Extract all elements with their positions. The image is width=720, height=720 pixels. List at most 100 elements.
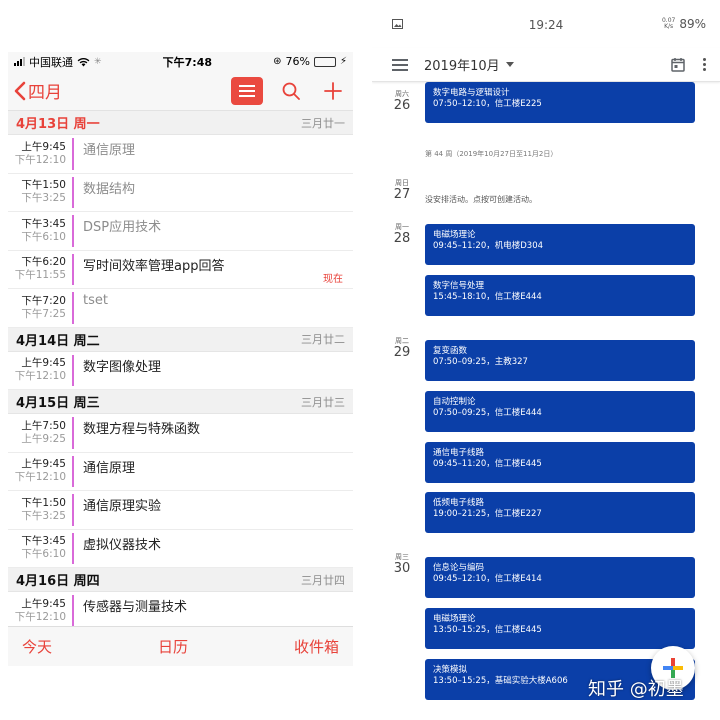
event-start: 上午9:45: [21, 458, 66, 471]
event-start: 下午1:50: [21, 496, 66, 509]
event-row[interactable]: 上午9:45 下午12:10 数字图像处理: [8, 352, 353, 390]
event-start: 下午6:20: [21, 256, 66, 269]
event-name: 自动控制论: [433, 397, 476, 407]
event-card[interactable]: 自动控制论 07:50–09:25，信工楼E444: [425, 391, 695, 432]
list-icon: [239, 84, 255, 87]
ios-nav-bar: 四月: [8, 71, 353, 111]
event-name: 电磁场理论: [433, 614, 476, 624]
event-times: 下午7:20 下午7:25: [8, 289, 72, 327]
event-title: 传感器与测量技术: [83, 600, 188, 615]
app-bar: 2019年10月: [372, 48, 720, 82]
more-options-icon[interactable]: [703, 58, 706, 71]
no-events-prompt[interactable]: 没安排活动。点按可创建活动。: [425, 194, 537, 205]
event-start: 下午1:50: [21, 179, 66, 192]
calendars-button[interactable]: 日历: [158, 636, 188, 657]
battery-icon: [313, 56, 336, 67]
event-row[interactable]: 下午7:20 下午7:25 tset: [8, 289, 353, 328]
activity-spinner-icon: ✳: [94, 56, 102, 67]
event-title: 写时间效率管理app回答: [83, 258, 225, 274]
add-event-button[interactable]: [319, 77, 347, 105]
event-row[interactable]: 下午3:45 下午6:10 虚拟仪器技术: [8, 530, 353, 568]
weekday: 周三: [395, 553, 409, 561]
event-row[interactable]: 上午9:45 下午12:10 通信原理: [8, 453, 353, 491]
day-date: 4月16日 周四: [16, 574, 100, 589]
weekday: 周二: [395, 337, 409, 345]
day-number: 30: [393, 561, 411, 576]
event-card[interactable]: 信息论与编码 09:45–12:10，信工楼E414: [425, 557, 695, 598]
back-to-month-button[interactable]: 四月: [14, 78, 62, 103]
carrier-label: 中国联通: [29, 55, 73, 69]
watermark: 知乎 @初墨: [588, 679, 684, 700]
event-name: 数字电路与逻辑设计: [433, 88, 510, 98]
event-title: tset: [83, 293, 108, 308]
event-title: 通信原理: [83, 460, 136, 476]
day-number: 26: [393, 98, 411, 113]
event-title: 通信原理: [83, 143, 136, 158]
event-end: 下午12:10: [14, 153, 66, 166]
event-card[interactable]: 电磁场理论 13:50–15:25，信工楼E445: [425, 608, 695, 649]
event-details: 07:50–09:25，信工楼E444: [433, 408, 542, 418]
event-times: 上午9:45 下午12:10: [8, 352, 72, 390]
event-row[interactable]: 下午3:45 下午6:10 DSP应用技术: [8, 212, 353, 251]
month-label: 2019年10月: [424, 59, 500, 74]
event-start: 下午3:45: [21, 535, 66, 548]
event-end: 下午11:55: [14, 269, 66, 282]
lunar-date: 三月廿一: [301, 116, 345, 130]
event-card[interactable]: 数字信号处理 15:45–18:10，信工楼E444: [425, 275, 695, 316]
event-row[interactable]: 下午1:50 下午3:25 通信原理实验: [8, 491, 353, 530]
chevron-left-icon: [14, 81, 26, 100]
today-button[interactable]: 今天: [22, 636, 52, 657]
agenda-day-label: 周一 28: [390, 223, 414, 247]
event-card[interactable]: 电磁场理论 09:45–11:20，机电楼D304: [425, 224, 695, 265]
inbox-button[interactable]: 收件箱: [294, 636, 339, 657]
event-details: 07:50–12:10，信工楼E225: [433, 99, 542, 109]
event-end: 下午12:10: [14, 610, 66, 623]
event-row[interactable]: 上午9:45 下午12:10 通信原理: [8, 135, 353, 174]
search-button[interactable]: [277, 77, 305, 105]
event-end: 下午6:10: [21, 548, 66, 561]
list-view-button[interactable]: [231, 76, 263, 105]
now-indicator: 现在: [323, 274, 343, 285]
event-title: 虚拟仪器技术: [83, 537, 162, 553]
event-end: 下午3:25: [21, 509, 66, 522]
image-notification-icon: [392, 19, 403, 29]
event-card[interactable]: 复变函数 07:50–09:25，主教327: [425, 340, 695, 381]
event-row[interactable]: 下午1:50 下午3:25 数据结构: [8, 174, 353, 212]
event-title: 数理方程与特殊函数: [83, 422, 201, 437]
battery-percent: 76%: [285, 55, 310, 68]
event-card[interactable]: 通信电子线路 09:45–11:20，信工楼E445: [425, 442, 695, 483]
event-details: 19:00–21:25，信工楼E227: [433, 509, 542, 519]
event-card[interactable]: 低频电子线路 19:00–21:25，信工楼E227: [425, 492, 695, 533]
day-header: 4月16日 周四 三月廿四: [8, 568, 353, 592]
event-row[interactable]: 下午6:20 下午11:55 写时间效率管理app回答现在: [8, 251, 353, 289]
week-separator-label: 第 44 周（2019年10月27日至11月2日）: [425, 150, 558, 158]
event-details: 15:45–18:10，信工楼E444: [433, 292, 542, 302]
weekday: 周一: [395, 223, 409, 231]
ios-clock: 下午7:48: [162, 55, 213, 69]
ios-toolbar: 今天 日历 收件箱: [8, 626, 353, 666]
month-picker[interactable]: 2019年10月: [424, 55, 514, 74]
event-start: 上午9:45: [21, 357, 66, 370]
day-number: 28: [393, 231, 411, 246]
menu-icon[interactable]: [392, 58, 408, 71]
search-icon: [282, 82, 300, 100]
lunar-date: 三月廿二: [301, 333, 345, 346]
event-end: 下午7:25: [21, 307, 66, 320]
event-details: 09:45–11:20，信工楼E445: [433, 459, 542, 469]
event-details: 09:45–12:10，信工楼E414: [433, 574, 542, 584]
charging-icon: ⚡: [339, 56, 347, 67]
day-header: 4月15日 周三 三月廿三: [8, 390, 353, 414]
day-header: 4月13日 周一 三月廿一: [8, 111, 353, 135]
day-header: 4月14日 周二 三月廿二: [8, 327, 353, 352]
event-end: 上午9:25: [21, 432, 66, 445]
today-calendar-icon[interactable]: [671, 57, 685, 72]
event-row[interactable]: 上午9:45 下午12:10 传感器与测量技术: [8, 592, 353, 631]
event-card[interactable]: 数字电路与逻辑设计 07:50–12:10，信工楼E225: [425, 82, 695, 123]
event-title: DSP应用技术: [83, 220, 162, 235]
day-number: 29: [393, 345, 411, 360]
weekday: 周六: [395, 90, 409, 98]
agenda-day-label: 周六 26: [390, 90, 414, 114]
event-row[interactable]: 上午7:50 上午9:25 数理方程与特殊函数: [8, 414, 353, 453]
lunar-date: 三月廿四: [301, 573, 345, 587]
event-title: 数字图像处理: [83, 359, 162, 375]
